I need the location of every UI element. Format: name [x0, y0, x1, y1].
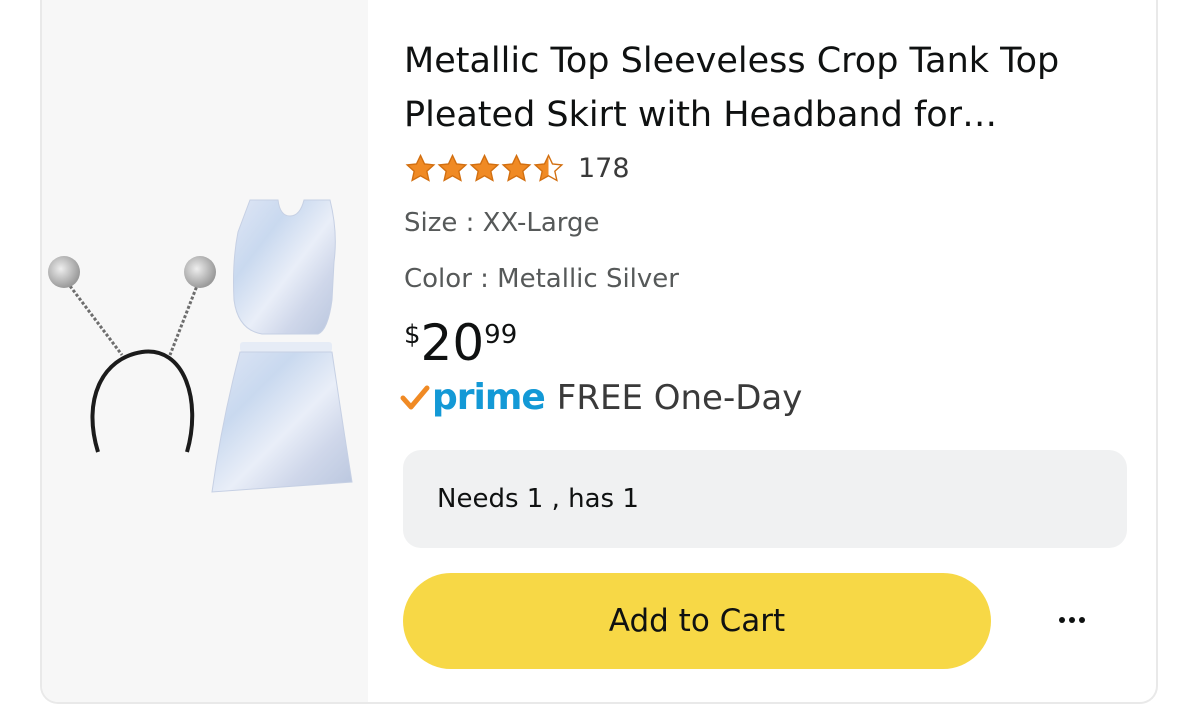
star-icon [405, 153, 436, 182]
product-card[interactable]: Metallic Top Sleeveless Crop Tank Top Pl… [40, 0, 1158, 704]
rating-count: 178 [578, 152, 630, 184]
star-half-icon [533, 153, 564, 182]
price-symbol: $ [404, 320, 421, 350]
color-label: Color : Metallic Silver [404, 264, 679, 294]
more-dot [1069, 617, 1075, 623]
size-label: Size : XX-Large [404, 208, 600, 238]
delivery-text: FREE One-Day [556, 378, 803, 418]
more-icon[interactable] [1042, 600, 1102, 640]
product-image[interactable] [42, 0, 368, 702]
more-dot [1059, 617, 1065, 623]
price-whole: 20 [420, 314, 485, 372]
star-icon [437, 153, 468, 182]
star-icon [469, 153, 500, 182]
rating-row[interactable]: 178 [404, 148, 630, 188]
star-icon [501, 153, 532, 182]
star-rating [404, 152, 564, 185]
check-icon [400, 385, 430, 410]
price: $ 20 99 [404, 312, 517, 374]
prime-logo: prime [400, 377, 546, 418]
prime-delivery: prime FREE One-Day [400, 378, 802, 418]
stock-status: Needs 1 , has 1 [403, 450, 1127, 548]
product-title[interactable]: Metallic Top Sleeveless Crop Tank Top Pl… [404, 34, 1144, 142]
price-fraction: 99 [484, 320, 518, 350]
add-to-cart-button[interactable]: Add to Cart [403, 573, 991, 669]
more-dot [1079, 617, 1085, 623]
prime-wordmark: prime [432, 377, 546, 418]
